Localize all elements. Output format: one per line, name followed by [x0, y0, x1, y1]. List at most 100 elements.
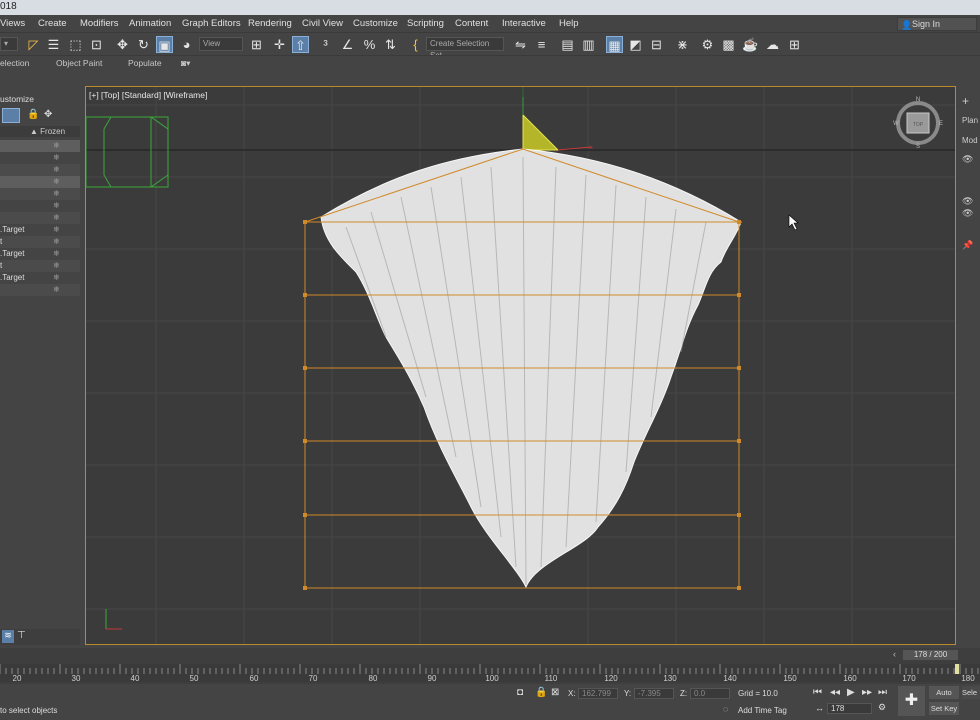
toggle-ribbon-icon[interactable]: ▦ [606, 36, 623, 53]
lock-icon[interactable]: 🔒 [27, 109, 39, 120]
list-item[interactable]: .Target ❄ [0, 224, 80, 236]
scene-explorer-menu-customize[interactable]: ustomize [0, 94, 34, 104]
y-coord-field[interactable]: -7.395 [634, 688, 674, 699]
set-key-icon[interactable]: ✚ [898, 686, 925, 716]
list-item[interactable]: ❄ [0, 140, 80, 152]
list-item[interactable]: ❄ [0, 176, 80, 188]
viewport-label[interactable]: [+] [Top] [Standard] [Wireframe] [89, 90, 207, 100]
frozen-toggle-icon[interactable]: ❄ [53, 272, 60, 284]
eye-icon[interactable]: 👁 [962, 196, 973, 207]
align-icon[interactable]: ≡ [533, 36, 550, 53]
menu-content[interactable]: Content [455, 18, 488, 29]
select-place-icon[interactable]: ◕ [178, 36, 195, 53]
frozen-toggle-icon[interactable]: ❄ [53, 200, 60, 212]
list-item[interactable]: ❄ [0, 212, 80, 224]
pin-icon[interactable]: 📌 [962, 240, 973, 251]
render-setup-icon[interactable]: ⚙ [699, 36, 716, 53]
material-editor-icon[interactable]: ⋇ [674, 36, 691, 53]
frozen-toggle-icon[interactable]: ❄ [53, 284, 60, 296]
list-item[interactable]: .Target ❄ [0, 248, 80, 260]
render-production-icon[interactable]: ☕ [742, 36, 759, 53]
window-crossing-icon[interactable]: ⊡ [88, 36, 105, 53]
keyboard-shortcut-override-icon[interactable]: ⇧ [292, 36, 309, 53]
frozen-toggle-icon[interactable]: ❄ [53, 152, 60, 164]
x-coord-field[interactable]: 162.799 [578, 688, 618, 699]
frozen-toggle-icon[interactable]: ❄ [53, 260, 60, 272]
z-coord-field[interactable]: 0.0 [690, 688, 730, 699]
time-slider-handle[interactable] [955, 664, 959, 674]
hierarchy-icon[interactable]: ⊤ [17, 630, 26, 641]
current-frame-field[interactable]: 178 [827, 703, 872, 714]
transform-gizmo-icon[interactable]: ✛ [271, 36, 288, 53]
scene-explorer-icon[interactable]: ▤ [559, 36, 576, 53]
frame-counter[interactable]: 178 / 200 [903, 650, 958, 660]
list-item[interactable]: t ❄ [0, 236, 80, 248]
menu-modifiers[interactable]: Modifiers [80, 18, 119, 29]
go-to-end-icon[interactable]: ⏭ [878, 687, 887, 698]
frozen-toggle-icon[interactable]: ❄ [53, 236, 60, 248]
list-item[interactable]: ❄ [0, 152, 80, 164]
angle-snap-icon[interactable]: ∠ [339, 36, 356, 53]
frozen-toggle-icon[interactable]: ❄ [53, 164, 60, 176]
frozen-toggle-icon[interactable]: ❄ [53, 248, 60, 260]
frozen-toggle-icon[interactable]: ❄ [53, 176, 60, 188]
prev-key-icon[interactable]: ◂◂ [830, 687, 840, 698]
select-by-name-icon[interactable]: ☰ [45, 36, 62, 53]
frozen-toggle-icon[interactable]: ❄ [53, 188, 60, 200]
list-item[interactable]: ❄ [0, 164, 80, 176]
add-time-tag-button[interactable]: Add Time Tag [738, 706, 787, 715]
menu-scripting[interactable]: Scripting [407, 18, 444, 29]
menu-create[interactable]: Create [38, 18, 67, 29]
list-item[interactable]: ❄ [0, 188, 80, 200]
command-panel-item[interactable]: Plan [962, 116, 978, 125]
list-item[interactable]: ❄ [0, 284, 80, 296]
absolute-mode-icon[interactable]: ⊠ [551, 687, 559, 698]
workspace-dropdown[interactable]: ▾ [0, 37, 18, 51]
render-in-cloud-icon[interactable]: ☁ [764, 36, 781, 53]
next-key-icon[interactable]: ▸▸ [862, 687, 872, 698]
selection-lock-icon[interactable]: 🔒 [535, 687, 547, 698]
viewport-canvas[interactable]: × TOP N W E S [86, 87, 956, 645]
curve-editor-icon[interactable]: ◩ [627, 36, 644, 53]
a360-gallery-icon[interactable]: ⊞ [786, 36, 803, 53]
menu-civil-view[interactable]: Civil View [302, 18, 343, 29]
rectangular-selection-icon[interactable]: ⬚ [67, 36, 84, 53]
menu-rendering[interactable]: Rendering [248, 18, 292, 29]
viewport-top[interactable]: × TOP N W E S [+] [Top] [Standard] [Wire… [85, 86, 956, 645]
camera-icon[interactable] [522, 113, 560, 151]
named-selection-set-field[interactable]: Create Selection Set [426, 37, 504, 60]
menu-graph-editors[interactable]: Graph Editors [182, 18, 241, 29]
snaps-toggle-icon[interactable]: ³ [317, 36, 334, 53]
prev-frame-icon[interactable]: ‹ [893, 649, 896, 659]
go-to-start-icon[interactable]: ⏮ [813, 687, 822, 698]
sign-in-button[interactable]: 👤 Sign In [897, 17, 977, 31]
isolate-selection-icon[interactable]: ◘ [517, 687, 523, 698]
pivot-center-icon[interactable]: ⊞ [248, 36, 265, 53]
sync-selection-icon[interactable]: ✥ [44, 109, 52, 120]
select-rotate-icon[interactable]: ↻ [135, 36, 152, 53]
list-item[interactable]: ❄ [0, 200, 80, 212]
layers-icon[interactable]: ≋ [2, 630, 14, 643]
filter-icon[interactable] [2, 108, 20, 123]
menu-customize[interactable]: Customize [353, 18, 398, 29]
set-key-button[interactable]: Set Key [929, 702, 959, 715]
timeline-ruler[interactable]: 20 30 40 50 60 70 80 90 100 110 120 130 … [0, 664, 980, 683]
auto-key-button[interactable]: Auto Key [929, 686, 959, 710]
time-slider[interactable]: 178 / 200 ‹ 20 30 40 50 60 70 80 90 100 … [0, 648, 980, 684]
mirror-icon[interactable]: ⇋ [512, 36, 529, 53]
layer-explorer-icon[interactable]: ▥ [580, 36, 597, 53]
menu-views[interactable]: Views [0, 18, 25, 29]
menu-interactive[interactable]: Interactive [502, 18, 546, 29]
frozen-toggle-icon[interactable]: ❄ [53, 212, 60, 224]
frozen-toggle-icon[interactable]: ❄ [53, 224, 60, 236]
rendered-frame-window-icon[interactable]: ▩ [720, 36, 737, 53]
command-panel-item[interactable]: Mod [962, 136, 978, 145]
key-mode-icon[interactable]: ↔ [815, 703, 824, 713]
list-item[interactable]: .Target ❄ [0, 272, 80, 284]
ribbon-tab-populate[interactable]: Populate [128, 58, 162, 68]
selected-dropdown[interactable]: Sele [962, 686, 980, 699]
frozen-column-header[interactable]: ▲ Frozen [0, 126, 80, 137]
eye-icon[interactable]: 👁 [962, 208, 973, 219]
menu-help[interactable]: Help [559, 18, 579, 29]
ribbon-tab-object-paint[interactable]: Object Paint [56, 58, 102, 68]
